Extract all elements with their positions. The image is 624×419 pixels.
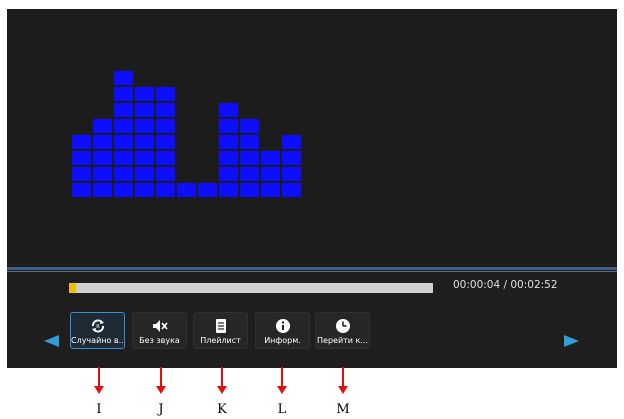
equalizer-block [72, 183, 91, 197]
svg-text:R: R [96, 324, 100, 330]
equalizer-block [114, 71, 133, 85]
callout-letter: L [277, 402, 287, 417]
progress-fill [69, 283, 77, 293]
equalizer-block [219, 103, 238, 117]
callout-letter: M [336, 402, 350, 417]
mute-icon [152, 320, 168, 332]
shuffle-icon: R [91, 319, 104, 333]
clock-icon [335, 319, 350, 333]
equalizer-block [240, 135, 259, 149]
callout-arrow-head [277, 386, 287, 394]
equalizer-block [240, 167, 259, 181]
mute-button[interactable]: Без звука [132, 312, 187, 349]
callout-arrow-line [342, 367, 344, 388]
playlist-label: Плейлист [200, 336, 241, 345]
equalizer-block [135, 103, 154, 117]
playlist-button[interactable]: Плейлист [193, 312, 248, 349]
mute-label: Без звука [139, 336, 180, 345]
callout-arrow-line [160, 367, 162, 388]
callout-letter: I [96, 402, 102, 417]
media-player: 00:00:04 / 00:02:52 R Случайно в... Без … [7, 9, 617, 368]
info-button[interactable]: Информ. [255, 312, 310, 349]
equalizer-block [93, 119, 112, 133]
equalizer-block [156, 151, 175, 165]
callout-arrow-line [221, 367, 223, 388]
equalizer-block [282, 135, 301, 149]
equalizer-block [261, 151, 280, 165]
callout-j: J [153, 367, 169, 419]
left-arrow-icon[interactable] [44, 335, 59, 347]
shuffle-label: Случайно в... [71, 336, 124, 345]
playlist-icon [215, 319, 226, 333]
right-arrow-icon[interactable] [564, 335, 579, 347]
shuffle-button[interactable]: R Случайно в... [70, 312, 125, 349]
equalizer-block [198, 183, 217, 197]
equalizer-block [282, 183, 301, 197]
equalizer-block [156, 135, 175, 149]
equalizer-block [240, 183, 259, 197]
equalizer-block [114, 87, 133, 101]
equalizer-block [114, 119, 133, 133]
equalizer-block [135, 119, 154, 133]
equalizer-block [156, 87, 175, 101]
equalizer-block [114, 135, 133, 149]
equalizer-block [93, 151, 112, 165]
equalizer-block [114, 167, 133, 181]
time-display: 00:00:04 / 00:02:52 [453, 279, 558, 291]
equalizer-block [135, 151, 154, 165]
equalizer-block [93, 167, 112, 181]
progress-bar[interactable] [69, 283, 433, 293]
equalizer-block [282, 151, 301, 165]
equalizer-block [156, 119, 175, 133]
equalizer-block [261, 183, 280, 197]
equalizer-block [114, 103, 133, 117]
callout-arrow-head [338, 386, 348, 394]
info-label: Информ. [264, 336, 301, 345]
control-bar: 00:00:04 / 00:02:52 R Случайно в... Без … [7, 272, 617, 368]
callout-arrow-head [217, 386, 227, 394]
equalizer-block [219, 135, 238, 149]
equalizer-block [219, 167, 238, 181]
equalizer-block [156, 183, 175, 197]
callout-letter: K [217, 402, 227, 417]
equalizer-block [135, 87, 154, 101]
callout-l: L [274, 367, 290, 419]
equalizer-block [72, 151, 91, 165]
player-divider [7, 267, 617, 270]
callout-arrow-head [156, 386, 166, 394]
equalizer-block [156, 167, 175, 181]
equalizer-block [240, 119, 259, 133]
equalizer-block [219, 119, 238, 133]
equalizer-block [219, 151, 238, 165]
equalizer-block [156, 103, 175, 117]
callout-arrow-line [98, 367, 100, 388]
callout-m: M [335, 367, 351, 419]
equalizer-block [93, 135, 112, 149]
equalizer-block [114, 183, 133, 197]
equalizer-block [219, 183, 238, 197]
goto-label: Перейти к... [317, 336, 368, 345]
equalizer-block [114, 151, 133, 165]
goto-button[interactable]: Перейти к... [315, 312, 370, 349]
equalizer-block [261, 167, 280, 181]
equalizer-visualizer [7, 9, 617, 267]
equalizer-block [135, 183, 154, 197]
callout-arrow-head [94, 386, 104, 394]
equalizer-block [72, 135, 91, 149]
equalizer-block [240, 151, 259, 165]
equalizer-block [282, 167, 301, 181]
callout-k: K [214, 367, 230, 419]
callout-arrow-line [281, 367, 283, 388]
info-icon [275, 319, 290, 333]
equalizer-block [72, 167, 91, 181]
equalizer-svg [72, 71, 301, 197]
equalizer-block [177, 183, 196, 197]
equalizer-block [135, 135, 154, 149]
callout-i: I [91, 367, 107, 419]
callout-letter: J [158, 402, 164, 417]
equalizer-block [93, 183, 112, 197]
equalizer-block [135, 167, 154, 181]
